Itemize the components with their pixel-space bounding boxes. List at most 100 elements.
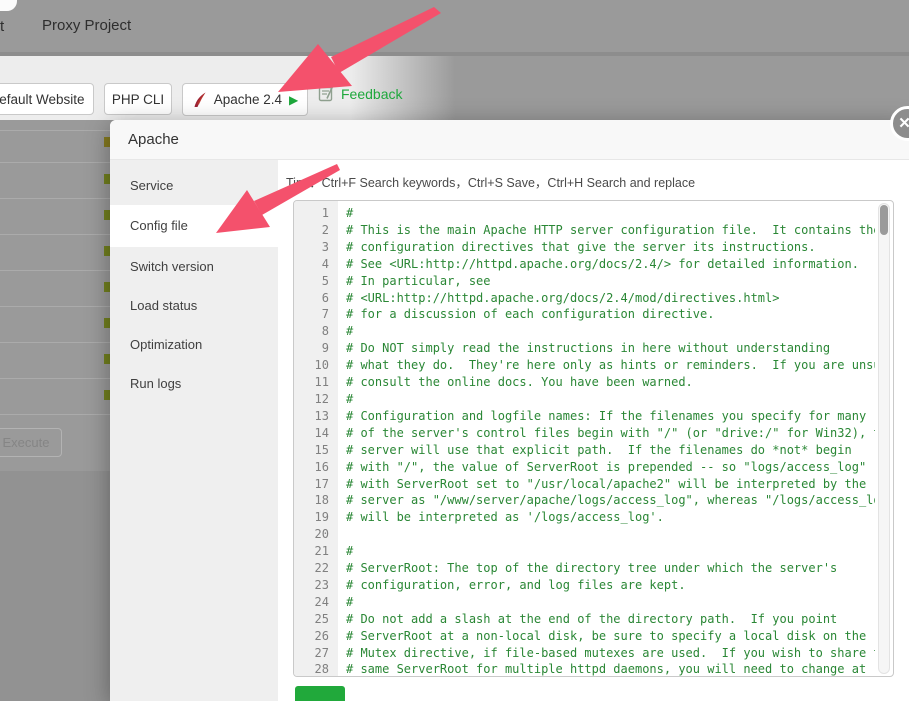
editor-scrollbar[interactable]: [878, 203, 890, 674]
scrollbar-thumb[interactable]: [880, 205, 888, 235]
modal-title: Apache: [128, 131, 179, 148]
line-number: 15: [314, 442, 329, 457]
sidebar-item-run-logs[interactable]: Run logs: [110, 364, 278, 403]
apache-button[interactable]: Apache 2.4 ▶: [182, 83, 308, 116]
code-line: #: [346, 544, 354, 559]
line-number: 26: [314, 628, 329, 643]
code-line: # Mutex directive, if file-based mutexes…: [346, 645, 875, 660]
dimmed-background-table: Execute: [0, 120, 110, 701]
code-line: # server as "/www/server/apache/logs/acc…: [346, 493, 875, 508]
line-number: 1: [321, 206, 329, 220]
line-number: 22: [314, 561, 329, 576]
line-number: 2: [321, 222, 329, 237]
line-number: 13: [314, 408, 329, 423]
code-line: # same ServerRoot for multiple httpd dae…: [346, 662, 867, 677]
line-number: 25: [314, 611, 329, 626]
sidebar-item-service[interactable]: Service: [110, 166, 278, 205]
modal-header: Apache: [110, 120, 909, 160]
code-content[interactable]: # # This is the main Apache HTTP server c…: [346, 201, 875, 677]
table-row-divider: [0, 234, 110, 235]
line-number: 5: [321, 273, 329, 288]
table-row-divider: [0, 306, 110, 307]
code-line: #: [346, 324, 354, 339]
config-file-editor[interactable]: 1 2 3 4 5 6 7 8 9 10 11 12 13 14 15 16 17 18 19 20 21 22 23 24 2…: [293, 200, 894, 677]
page-title: Proxy Project: [42, 17, 132, 34]
cut-off-tab-label: t: [0, 18, 5, 35]
code-line: # This is the main Apache HTTP server co…: [346, 222, 875, 237]
table-row-divider: [0, 378, 110, 379]
apache-button-label: Apache 2.4: [213, 92, 283, 107]
app-screen: t Proxy Project Default Website PHP CLI …: [0, 0, 909, 701]
table-row-divider: [0, 162, 110, 163]
code-line: # with "/", the value of ServerRoot is p…: [346, 459, 867, 474]
code-line: # configuration, error, and log files ar…: [346, 577, 686, 592]
php-cli-button[interactable]: PHP CLI: [104, 83, 172, 115]
line-number: 10: [314, 358, 329, 373]
code-line: # consult the online docs. You have been…: [346, 375, 693, 390]
top-bar: t Proxy Project: [0, 0, 909, 52]
code-line: # with ServerRoot set to "/usr/local/apa…: [346, 476, 867, 491]
execute-button[interactable]: Execute: [0, 428, 62, 457]
code-line: #: [346, 391, 354, 406]
sidebar-item-load-status[interactable]: Load status: [110, 286, 278, 325]
code-line: # <URL:http://httpd.apache.org/docs/2.4/…: [346, 290, 780, 305]
sidebar-item-switch-version[interactable]: Switch version: [110, 247, 278, 286]
code-line: #: [346, 594, 354, 609]
line-number: 4: [321, 256, 329, 271]
line-number: 21: [314, 544, 329, 559]
feedback-label: Feedback: [341, 85, 403, 102]
code-line: # See <URL:http://httpd.apache.org/docs/…: [346, 256, 859, 271]
sidebar-item-config-file[interactable]: Config file: [110, 205, 278, 247]
code-line: # will be interpreted as '/logs/access_l…: [346, 510, 664, 525]
line-number: 20: [314, 527, 329, 542]
line-number: 9: [321, 341, 329, 356]
line-number: 12: [314, 391, 329, 406]
line-number: 6: [321, 290, 329, 305]
code-line: #: [346, 206, 354, 220]
code-line: # of the server's control files begin wi…: [346, 425, 875, 440]
code-line: # Do NOT simply read the instructions in…: [346, 341, 831, 356]
apache-feather-icon: [194, 92, 206, 107]
table-row-divider: [0, 414, 110, 415]
code-line: # what they do. They're here only as hin…: [346, 358, 875, 373]
feedback-link[interactable]: Feedback: [318, 85, 402, 102]
toolbar: Default Website PHP CLI Apache 2.4 ▶ Fee…: [0, 56, 909, 120]
code-line: # In particular, see: [346, 273, 491, 288]
table-row-divider: [0, 342, 110, 343]
code-line: # ServerRoot: The top of the directory t…: [346, 561, 838, 576]
line-number: 16: [314, 459, 329, 474]
code-line: # ServerRoot at a non-local disk, be sur…: [346, 628, 867, 643]
apache-settings-modal: Apache Service Config file Switch version L…: [110, 120, 909, 701]
code-line: # configuration directives that give the…: [346, 239, 816, 254]
background-lower-panel: [0, 471, 110, 701]
modal-sidebar: Service Config file Switch version Load sta…: [110, 160, 278, 701]
save-button[interactable]: [295, 686, 345, 701]
line-number-gutter: 1 2 3 4 5 6 7 8 9 10 11 12 13 14 15 16 17 18 19 20 21 22 23 24 2…: [294, 201, 338, 676]
line-number: 17: [314, 476, 329, 491]
line-number: 27: [314, 645, 329, 660]
sidebar-item-optimization[interactable]: Optimization: [110, 325, 278, 364]
window-corner: [0, 0, 17, 11]
line-number: 24: [314, 594, 329, 609]
default-website-button[interactable]: Default Website: [0, 83, 94, 115]
line-number: 7: [321, 307, 329, 322]
line-number: 8: [321, 324, 329, 339]
line-number: 11: [314, 375, 329, 390]
code-line: # Do not add a slash at the end of the d…: [346, 611, 838, 626]
line-number: 19: [314, 510, 329, 525]
table-row-divider: [0, 198, 110, 199]
code-line: # Configuration and logfile names: If th…: [346, 408, 867, 423]
line-number: 18: [314, 493, 329, 508]
line-number: 28: [314, 662, 329, 677]
code-line: # for a discussion of each configuration…: [346, 307, 715, 322]
line-number: 14: [314, 425, 329, 440]
code-line: # server will use that explicit path. If…: [346, 442, 852, 457]
feedback-note-icon: [318, 86, 334, 102]
play-icon: ▶: [289, 92, 299, 107]
table-row-divider: [0, 130, 110, 131]
line-number: 23: [314, 577, 329, 592]
table-row-divider: [0, 270, 110, 271]
close-icon: ✕: [898, 115, 909, 132]
line-number: 3: [321, 239, 329, 254]
